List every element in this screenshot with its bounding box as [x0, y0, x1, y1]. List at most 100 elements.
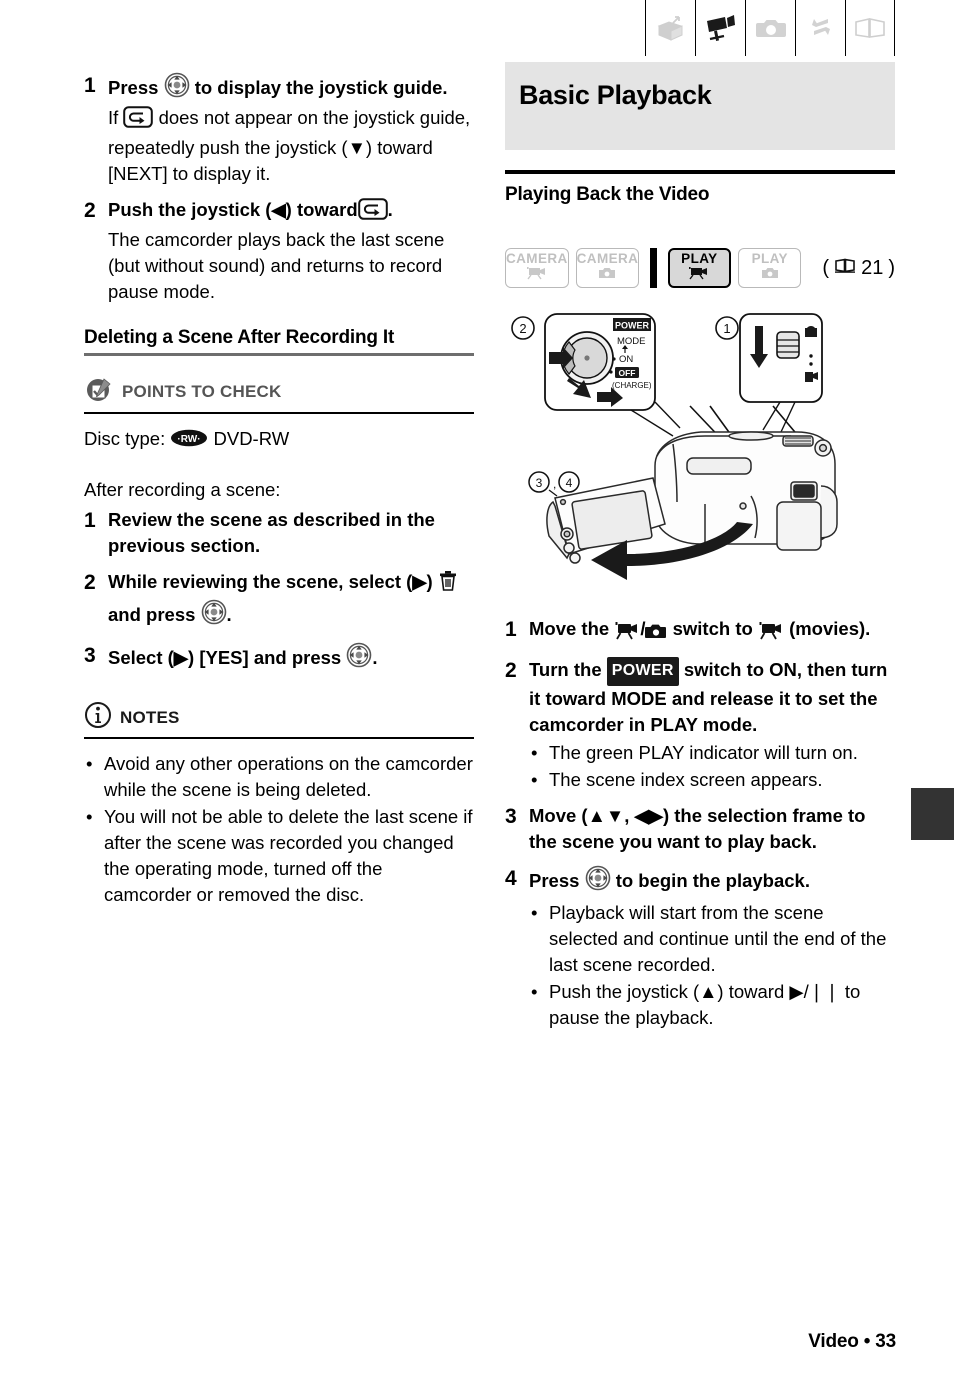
step-subtext-after: does not appear on the joystick guide, r…: [108, 107, 471, 184]
movie-icon: [758, 621, 784, 647]
step-number: 2: [84, 199, 96, 222]
step-heading-after: to begin the playback.: [615, 870, 810, 891]
intro-box-icon: [655, 13, 687, 43]
movie-icon: [526, 266, 548, 285]
checkbox-pencil-icon: [84, 374, 114, 409]
svg-text:ON: ON: [619, 354, 633, 365]
play-step-2: 2 Turn the POWER switch to ON, then turn…: [505, 657, 895, 793]
paren-close: ): [888, 256, 895, 279]
power-switch-badge: POWER: [606, 657, 679, 686]
notes-label: NOTES: [120, 707, 180, 727]
tab-photos[interactable]: [745, 0, 795, 56]
mode-badge-play-video: PLAY: [667, 248, 732, 288]
step-heading-before: Press: [529, 870, 580, 891]
step-heading: Press to display the joystick guide.: [108, 72, 474, 105]
play-step-3: 3 Move (▲▼, ◀▶) the selection frame to t…: [505, 803, 895, 855]
step-heading-mid: and press: [108, 604, 196, 625]
step-heading: Review the scene as described in the pre…: [108, 509, 435, 556]
svg-text:POWER: POWER: [615, 321, 650, 331]
notes-header: NOTES: [84, 701, 474, 734]
notes-list: Avoid any other operations on the camcor…: [84, 751, 474, 908]
disc-type-line: Disc type: ·RW· DVD-RW: [84, 426, 474, 455]
step-bullets: The green PLAY indicator will turn on. T…: [529, 740, 895, 793]
manual-page: 1 Press to display the joystick guide. I…: [0, 0, 954, 1379]
review-loop-icon: [357, 198, 388, 227]
section-subtitle: Playing Back the Video: [505, 184, 710, 205]
svg-text:3: 3: [536, 476, 543, 490]
bullet-item: Playback will start from the scene selec…: [529, 900, 895, 978]
tab-introduction[interactable]: [645, 0, 695, 56]
bullet-item: The scene index screen appears.: [529, 767, 895, 793]
mode-badge-title: CAMERA: [506, 250, 568, 266]
step-heading: Turn the POWER switch to ON, then turn i…: [529, 657, 895, 738]
step-number: 1: [84, 74, 96, 97]
step-heading: Press to begin the playback.: [529, 865, 895, 898]
section-header-block: Basic Playback: [505, 62, 895, 150]
step-number: 1: [84, 509, 96, 532]
divider: [84, 412, 474, 414]
open-book-icon: [834, 257, 856, 280]
divider: [505, 170, 895, 174]
lcd-step-markers: 3 , 4: [528, 471, 580, 497]
movie-icon: [614, 621, 640, 647]
tab-video[interactable]: [695, 0, 745, 56]
tab-additional-info[interactable]: [845, 0, 895, 56]
callout-power-dial: 2 POWER MODE ON OFF (CHARGE): [511, 313, 681, 437]
mode-separator: [650, 248, 657, 288]
step-heading: While reviewing the scene, select (▶) an…: [108, 569, 474, 632]
step-subtext-before: If: [108, 107, 119, 128]
paren-open: (: [822, 256, 830, 279]
joystick-icon: [164, 72, 190, 105]
svg-text:4: 4: [566, 476, 573, 490]
step-heading-before: While reviewing the scene, select (▶): [108, 571, 433, 592]
step-heading-after: .: [226, 604, 232, 625]
play-step-4: 4 Press to begin the playback. • Playbac…: [505, 865, 895, 1031]
left-step-2: 2 Push the joystick (◀) toward . The cam…: [84, 197, 474, 305]
step-heading-after: .: [387, 199, 393, 220]
page-reference: ( 21): [822, 257, 895, 280]
step-heading-before: Press: [108, 77, 159, 98]
step-bullets: Playback will start from the scene selec…: [529, 900, 895, 1031]
transfer-arrows-icon: [806, 13, 836, 43]
page-footer: Video • 33: [808, 1331, 896, 1352]
step-number: 2: [84, 571, 96, 594]
step-subtext: The camcorder plays back the last scene …: [108, 229, 445, 302]
points-to-check-label: POINTS TO CHECK: [122, 381, 282, 401]
step-heading-before: Push the joystick (◀) toward: [108, 199, 358, 220]
review-loop-icon: [123, 106, 154, 135]
mode-badge-camera-video: CAMERA: [505, 248, 569, 288]
step-number: 2: [505, 659, 517, 682]
step-heading-before: Turn the: [529, 659, 602, 680]
info-icon: [84, 701, 112, 734]
left-column: 1 Press to display the joystick guide. I…: [84, 62, 474, 908]
svg-text:,: ,: [553, 477, 556, 491]
step-number: 1: [505, 618, 517, 641]
mode-badge-title: CAMERA: [576, 250, 639, 266]
section-subheading: Deleting a Scene After Recording It: [84, 327, 395, 348]
svg-text:MODE: MODE: [617, 336, 646, 347]
photo-icon: [645, 621, 667, 647]
page-title: Basic Playback: [519, 80, 712, 110]
svg-text:OFF: OFF: [619, 368, 636, 378]
video-camcorder-icon: [704, 12, 738, 44]
delete-step-2: 2 While reviewing the scene, select (▶) …: [84, 569, 474, 632]
note-item: Avoid any other operations on the camcor…: [84, 751, 474, 803]
mode-badge-title: PLAY: [681, 250, 718, 266]
step-heading-after: switch to: [672, 618, 753, 639]
step-heading-after: .: [372, 647, 378, 668]
step-heading-before: Select (▶) [YES] and press: [108, 647, 342, 668]
svg-text:·RW·: ·RW·: [178, 434, 201, 445]
bullet-item: Push the joystick (▲) toward ▶/❘❘ to pau…: [529, 979, 895, 1031]
disc-type-label: Disc type:: [84, 428, 166, 449]
joystick-icon: [585, 865, 611, 898]
svg-text:1: 1: [723, 321, 730, 336]
tab-transfer[interactable]: [795, 0, 845, 56]
joystick-icon: [346, 642, 372, 675]
step-heading-after: to display the joystick guide.: [194, 77, 448, 98]
mode-badge-title: PLAY: [751, 250, 788, 266]
dvd-rw-disc-icon: ·RW·: [170, 428, 208, 455]
mode-badge-row: CAMERA CAMERA PLAY PLAY (21): [505, 248, 895, 288]
step-heading-before: Move the: [529, 618, 610, 639]
step-heading: Move the / switch to (movies).: [529, 616, 895, 647]
play-step-1: 1 Move the / switch to (movies).: [505, 616, 895, 647]
